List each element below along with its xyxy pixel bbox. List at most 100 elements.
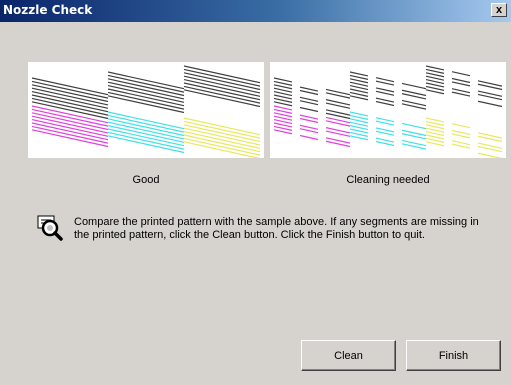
pattern-line xyxy=(273,125,293,131)
pattern-line xyxy=(31,97,109,116)
pattern-line xyxy=(107,118,185,137)
pattern-line xyxy=(401,82,427,90)
pattern-line xyxy=(299,117,319,124)
pattern-line xyxy=(183,82,261,101)
pattern-line xyxy=(349,91,369,97)
title-bar[interactable]: Nozzle Check x xyxy=(0,0,511,22)
pattern-line xyxy=(273,101,293,107)
cleaning-needed-caption: Cleaning needed xyxy=(346,174,430,186)
good-caption: Good xyxy=(132,174,160,186)
pattern-line xyxy=(273,77,293,83)
pattern-line xyxy=(425,82,445,88)
pattern-line xyxy=(273,80,293,86)
pattern-line xyxy=(107,95,185,114)
pattern-line xyxy=(375,97,395,103)
pattern-line xyxy=(273,91,293,97)
pattern-line xyxy=(425,131,445,137)
pattern-line xyxy=(183,137,261,156)
pattern-line xyxy=(349,135,369,141)
pattern-line xyxy=(273,87,293,93)
instruction-text: Compare the printed pattern with the sam… xyxy=(74,216,479,241)
pattern-line xyxy=(107,78,185,97)
pattern-line xyxy=(299,100,319,106)
pattern-line xyxy=(299,96,319,102)
pattern-line xyxy=(349,128,369,134)
pattern-line xyxy=(375,87,395,93)
pattern-line xyxy=(183,89,261,108)
pattern-line xyxy=(425,137,445,143)
pattern-line xyxy=(273,122,293,128)
pattern-line xyxy=(451,143,471,149)
pattern-line xyxy=(107,121,185,140)
pattern-line xyxy=(31,119,109,137)
pattern-line xyxy=(451,91,471,97)
pattern-line xyxy=(31,101,109,120)
pattern-line xyxy=(273,129,293,135)
window-title: Nozzle Check xyxy=(3,3,93,17)
bad-pattern-image xyxy=(273,65,503,158)
pattern-line xyxy=(375,117,395,123)
pattern-line xyxy=(425,124,445,130)
pattern-line xyxy=(349,85,369,91)
pattern-line xyxy=(451,81,471,87)
pattern-line xyxy=(299,106,319,113)
pattern-line xyxy=(425,120,445,126)
pattern-line xyxy=(375,140,395,147)
pattern-line xyxy=(107,135,185,154)
pattern-line xyxy=(107,111,185,130)
pattern-line xyxy=(425,127,445,133)
pattern-line xyxy=(349,114,369,120)
pattern-line xyxy=(349,131,369,137)
finish-button[interactable]: Finish xyxy=(406,340,501,371)
pattern-line xyxy=(477,100,503,108)
pattern-line xyxy=(349,71,369,77)
pattern-line xyxy=(31,84,109,103)
pattern-line xyxy=(349,118,369,124)
pattern-line xyxy=(183,131,261,149)
close-icon: x xyxy=(495,4,503,16)
pattern-line xyxy=(31,122,109,141)
pattern-line xyxy=(183,117,261,136)
pattern-line xyxy=(451,71,471,77)
pattern-line xyxy=(349,125,369,131)
pattern-line xyxy=(273,94,293,100)
pattern-line xyxy=(273,108,293,114)
pattern-line xyxy=(107,125,185,143)
pattern-line xyxy=(31,80,109,99)
pattern-line xyxy=(375,130,395,136)
pattern-line xyxy=(451,123,471,129)
pattern-line xyxy=(375,120,395,126)
pattern-line xyxy=(425,79,445,85)
pattern-line xyxy=(183,85,261,104)
pattern-line xyxy=(183,72,261,91)
pattern-line xyxy=(299,89,319,96)
pattern-line xyxy=(31,94,109,113)
clean-button[interactable]: Clean xyxy=(301,340,396,371)
pattern-line xyxy=(183,134,261,153)
pattern-line xyxy=(31,77,109,96)
pattern-line xyxy=(107,91,185,110)
cleaning-needed-pattern-sample xyxy=(270,62,506,158)
pattern-line xyxy=(299,134,319,141)
pattern-line xyxy=(425,68,445,74)
pattern-line xyxy=(299,114,319,120)
pattern-line xyxy=(375,77,395,83)
pattern-line xyxy=(349,78,369,84)
pattern-line xyxy=(273,112,293,118)
pattern-line xyxy=(107,74,185,93)
pattern-line xyxy=(31,108,109,127)
pattern-line xyxy=(273,115,293,121)
pattern-line xyxy=(31,112,109,131)
pattern-line xyxy=(31,91,109,109)
pattern-line xyxy=(31,129,109,148)
pattern-line xyxy=(183,79,261,97)
pattern-line xyxy=(31,125,109,144)
pattern-line xyxy=(425,85,445,91)
pattern-line xyxy=(375,100,395,107)
pattern-line xyxy=(273,84,293,90)
pattern-line xyxy=(425,65,445,71)
pattern-line xyxy=(425,72,445,78)
pattern-line xyxy=(375,137,395,143)
close-button[interactable]: x xyxy=(491,3,507,17)
pattern-line xyxy=(425,134,445,140)
